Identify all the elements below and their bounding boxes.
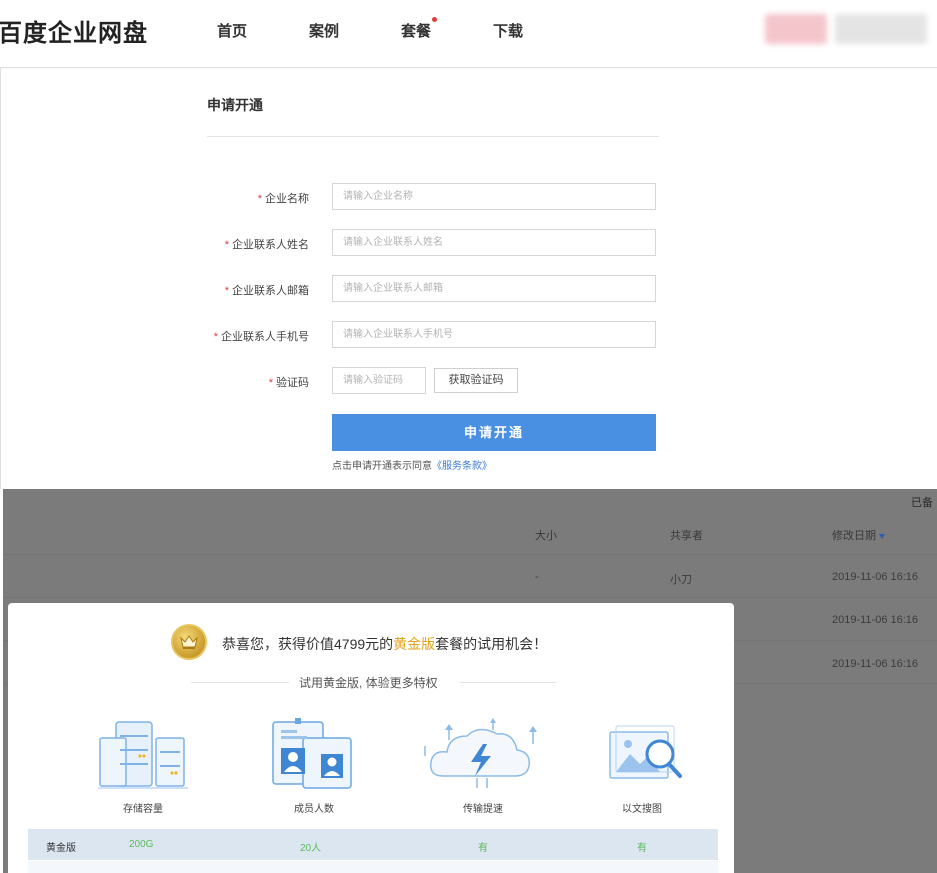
- contact-email-label: * 企业联系人邮箱: [225, 282, 309, 298]
- required-mark: *: [224, 285, 229, 297]
- plan-table-row-partial: [28, 861, 718, 873]
- nav-download[interactable]: 下载: [493, 20, 523, 41]
- member-badge-icon: [271, 716, 355, 795]
- terms-agreement-text: 点击申请开通表示同意: [332, 461, 432, 472]
- page-root: 百度企业网盘 首页 案例 套餐 下载 申请开通 *企业名称 *企业联系人姓名 *…: [0, 0, 937, 873]
- feature-speed-label: 传输提速: [463, 804, 503, 815]
- contact-email-input[interactable]: [332, 275, 656, 302]
- terms-link[interactable]: 《服务条款》: [432, 461, 492, 472]
- modal-subtitle: 试用黄金版, 体验更多特权: [299, 676, 438, 690]
- column-size[interactable]: 大小: [535, 527, 557, 543]
- new-badge-dot: [432, 17, 438, 22]
- column-modified[interactable]: 修改日期: [832, 527, 885, 543]
- form-divider: [207, 136, 659, 137]
- sort-down-arrow-icon: [879, 533, 885, 539]
- image-search-icon: [606, 716, 686, 791]
- cloud-speed-icon: [421, 716, 541, 797]
- nav-home[interactable]: 首页: [217, 20, 247, 41]
- row-modified: 2019-11-06 16:16: [832, 658, 919, 670]
- crown-medal-icon: [171, 624, 207, 660]
- feature-storage-label: 存储容量: [123, 804, 163, 815]
- nav-plans[interactable]: 套餐: [401, 17, 438, 41]
- nav-cases[interactable]: 案例: [309, 20, 339, 41]
- storage-server-icon: [98, 716, 188, 795]
- contact-phone-label: * 企业联系人手机号: [214, 328, 309, 344]
- row-modified: 2019-11-06 16:16: [832, 571, 919, 583]
- congrats-prefix: 恭喜您，获得价值4799元的: [222, 636, 394, 652]
- row-size: -: [535, 571, 539, 583]
- verify-code-label: * 验证码: [269, 374, 309, 390]
- required-mark: *: [268, 377, 273, 389]
- plan-members-value: 20人: [300, 843, 322, 854]
- application-form-panel: 申请开通 *企业名称 *企业联系人姓名 *企业联系人邮箱 *企业联系人手机号 *…: [0, 68, 937, 489]
- company-name-label-text: 企业名称: [265, 193, 309, 205]
- contact-name-label: * 企业联系人姓名: [225, 236, 309, 252]
- plan-storage-value: 200G: [129, 839, 154, 850]
- saved-label: 已备: [911, 497, 933, 509]
- top-navigation-bar: 百度企业网盘 首页 案例 套餐 下载: [0, 0, 937, 68]
- contact-phone-label-text: 企业联系人手机号: [221, 331, 309, 343]
- file-list-header: 大小 共享者 修改日期: [3, 512, 937, 555]
- congrats-suffix: 套餐的试用机会！: [435, 636, 548, 652]
- plan-speed-value: 有: [478, 843, 488, 854]
- gold-plan-highlight: 黄金版: [393, 636, 436, 652]
- contact-name-input[interactable]: [332, 229, 656, 256]
- contact-email-label-text: 企业联系人邮箱: [232, 285, 309, 297]
- plan-name: 黄金版: [46, 843, 76, 854]
- plan-table-row: 黄金版 200G 20人 有 有: [28, 829, 718, 860]
- column-sharer[interactable]: 共享者: [670, 527, 703, 543]
- required-mark: *: [213, 331, 218, 343]
- company-name-input[interactable]: [332, 183, 656, 210]
- trial-offer-modal: 恭喜您，获得价值4799元的黄金版套餐的试用机会！ 试用黄金版, 体验更多特权: [8, 603, 734, 873]
- company-name-label: * 企业名称: [258, 190, 309, 206]
- file-list-row[interactable]: - 小刀 2019-11-06 16:16: [3, 555, 937, 598]
- verify-code-input[interactable]: [332, 367, 426, 394]
- form-title: 申请开通: [207, 97, 263, 113]
- row-sharer: 小刀: [670, 574, 692, 586]
- row-modified: 2019-11-06 16:16: [832, 614, 919, 626]
- required-mark: *: [224, 239, 229, 251]
- column-modified-label: 修改日期: [832, 530, 876, 542]
- brand-logo[interactable]: 百度企业网盘: [0, 13, 148, 48]
- subtitle-left-line: [191, 682, 289, 683]
- blurred-user-avatar[interactable]: [765, 14, 827, 44]
- congrats-message: 恭喜您，获得价值4799元的黄金版套餐的试用机会！: [222, 634, 547, 654]
- feature-members-label: 成员人数: [294, 804, 334, 815]
- feature-search-label: 以文搜图: [622, 804, 662, 815]
- subtitle-right-line: [460, 682, 556, 683]
- apply-submit-button[interactable]: 申请开通: [332, 414, 656, 451]
- verify-code-label-text: 验证码: [276, 377, 309, 389]
- get-code-button[interactable]: 获取验证码: [434, 368, 518, 393]
- blurred-user-name[interactable]: [835, 14, 927, 44]
- required-mark: *: [257, 193, 262, 205]
- terms-agreement: 点击申请开通表示同意《服务条款》: [332, 457, 492, 472]
- nav-plans-label: 套餐: [401, 23, 432, 40]
- plan-search-value: 有: [637, 843, 647, 854]
- contact-phone-input[interactable]: [332, 321, 656, 348]
- contact-name-label-text: 企业联系人姓名: [232, 239, 309, 251]
